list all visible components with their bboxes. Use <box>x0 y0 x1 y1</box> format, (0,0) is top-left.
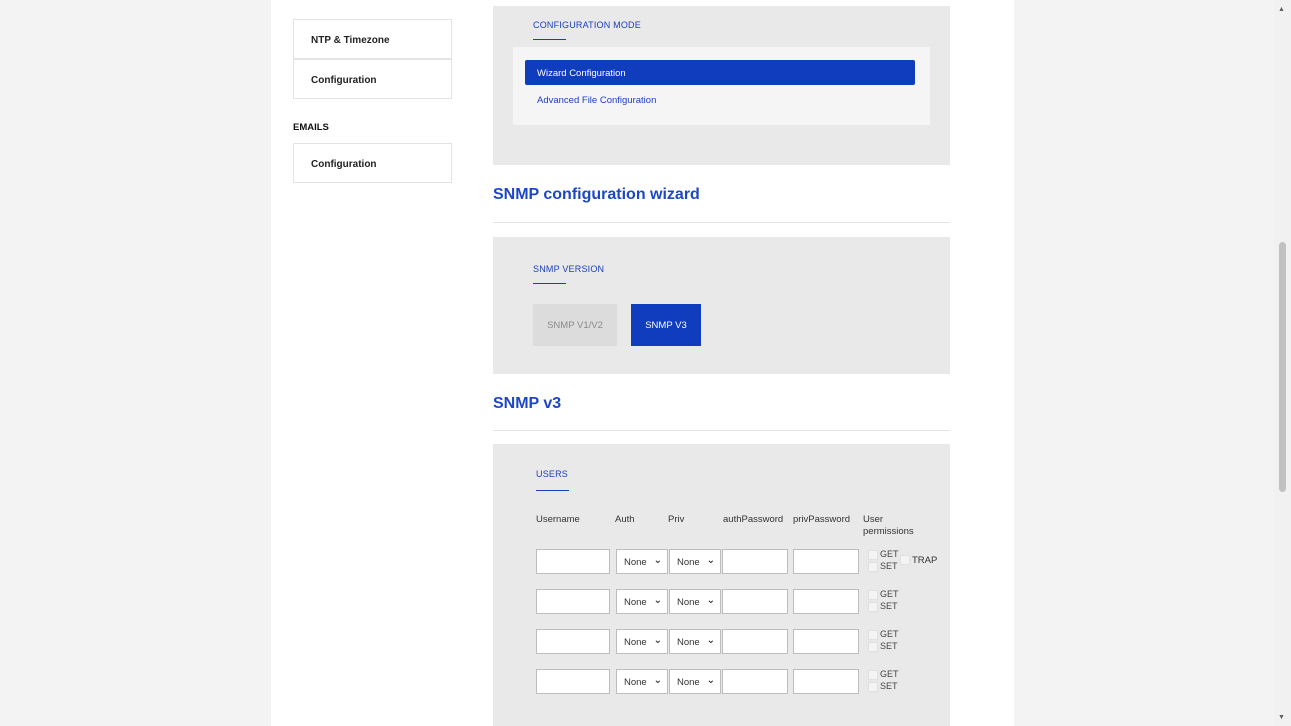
auth-password-input[interactable] <box>722 549 788 574</box>
label-underline <box>533 39 566 40</box>
option-label: Wizard Configuration <box>537 68 626 79</box>
select-value: None <box>677 677 700 688</box>
sidebar-item-ntp-timezone[interactable]: NTP & Timezone <box>293 19 452 59</box>
column-header-priv-password: privPassword <box>793 514 851 525</box>
chevron-down-icon: ⌄ <box>706 555 715 566</box>
chevron-down-icon: ⌄ <box>653 555 662 566</box>
chevron-down-icon: ⌄ <box>706 595 715 606</box>
user-permissions: GET SET <box>868 548 899 572</box>
snmpv3-title: SNMP v3 <box>493 395 562 412</box>
auth-select[interactable]: None ⌄ <box>616 669 668 694</box>
set-checkbox[interactable] <box>868 561 878 572</box>
get-checkbox[interactable] <box>868 589 878 600</box>
trap-permission: TRAP <box>900 555 937 566</box>
trap-checkbox[interactable] <box>900 555 910 566</box>
column-header-username: Username <box>536 514 580 525</box>
checkbox-label: SET <box>880 641 898 651</box>
get-checkbox[interactable] <box>868 669 878 680</box>
checkbox-label: GET <box>880 669 899 679</box>
column-header-user-permissions: User permissions <box>863 514 914 538</box>
auth-password-input[interactable] <box>722 629 788 654</box>
priv-password-input[interactable] <box>793 669 859 694</box>
select-value: None <box>624 677 647 688</box>
set-checkbox[interactable] <box>868 641 878 652</box>
set-checkbox[interactable] <box>868 681 878 692</box>
set-checkbox[interactable] <box>868 601 878 612</box>
priv-password-input[interactable] <box>793 629 859 654</box>
scrollbar-thumb[interactable] <box>1279 242 1286 492</box>
wizard-title: SNMP configuration wizard <box>493 186 700 203</box>
snmp-v3-button[interactable]: SNMP V3 <box>631 304 701 346</box>
divider <box>493 222 950 223</box>
snmp-version-label: SNMP VERSION <box>533 264 605 274</box>
column-header-auth: Auth <box>615 514 635 525</box>
sidebar-item-label: Configuration <box>311 159 377 170</box>
user-permissions: GET SET <box>868 628 899 652</box>
main-page: NTP & Timezone Configuration EMAILS Conf… <box>271 0 1014 726</box>
sidebar-heading-emails: EMAILS <box>293 122 329 133</box>
username-input[interactable] <box>536 629 610 654</box>
priv-select[interactable]: None ⌄ <box>669 669 721 694</box>
header-line: permissions <box>863 526 914 537</box>
select-value: None <box>677 557 700 568</box>
sidebar-item-emails-configuration[interactable]: Configuration <box>293 143 452 183</box>
users-label: USERS <box>536 469 569 479</box>
advanced-file-configuration-option[interactable]: Advanced File Configuration <box>525 87 915 112</box>
chevron-down-icon: ⌄ <box>653 635 662 646</box>
checkbox-label: TRAP <box>912 555 938 566</box>
username-input[interactable] <box>536 589 610 614</box>
divider <box>493 430 950 431</box>
sidebar-item-configuration[interactable]: Configuration <box>293 59 452 99</box>
label-underline <box>536 490 569 491</box>
scroll-up-arrow-icon[interactable]: ▲ <box>1278 6 1285 13</box>
username-input[interactable] <box>536 549 610 574</box>
auth-select[interactable]: None ⌄ <box>616 629 668 654</box>
select-value: None <box>677 637 700 648</box>
select-value: None <box>677 597 700 608</box>
select-value: None <box>624 557 647 568</box>
username-input[interactable] <box>536 669 610 694</box>
select-value: None <box>624 637 647 648</box>
chevron-down-icon: ⌄ <box>653 595 662 606</box>
auth-select[interactable]: None ⌄ <box>616 589 668 614</box>
chevron-down-icon: ⌄ <box>706 635 715 646</box>
wizard-configuration-option[interactable]: Wizard Configuration <box>525 60 915 85</box>
config-mode-options: Wizard Configuration Advanced File Confi… <box>513 47 930 125</box>
priv-select[interactable]: None ⌄ <box>669 629 721 654</box>
snmp-version-panel: SNMP VERSION SNMP V1/V2 SNMP V3 <box>493 237 950 374</box>
config-mode-label: CONFIGURATION MODE <box>533 20 641 30</box>
checkbox-label: GET <box>880 589 899 599</box>
chevron-down-icon: ⌄ <box>706 675 715 686</box>
priv-select[interactable]: None ⌄ <box>669 589 721 614</box>
auth-password-input[interactable] <box>722 669 788 694</box>
checkbox-label: GET <box>880 549 899 559</box>
priv-password-input[interactable] <box>793 549 859 574</box>
page-scrollbar[interactable]: ▲ ▼ <box>1274 0 1291 726</box>
chevron-down-icon: ⌄ <box>653 675 662 686</box>
priv-password-input[interactable] <box>793 589 859 614</box>
checkbox-label: SET <box>880 561 898 571</box>
checkbox-label: SET <box>880 601 898 611</box>
auth-select[interactable]: None ⌄ <box>616 549 668 574</box>
header-line: User <box>863 514 884 525</box>
checkbox-label: GET <box>880 629 899 639</box>
config-mode-panel: CONFIGURATION MODE Wizard Configuration … <box>493 6 950 165</box>
sidebar-item-label: NTP & Timezone <box>311 35 390 46</box>
priv-select[interactable]: None ⌄ <box>669 549 721 574</box>
scroll-down-arrow-icon[interactable]: ▼ <box>1278 714 1285 721</box>
column-header-priv: Priv <box>668 514 685 525</box>
get-checkbox[interactable] <box>868 549 878 560</box>
snmp-v1v2-button[interactable]: SNMP V1/V2 <box>533 304 617 346</box>
users-panel: USERS Username Auth Priv authPassword pr… <box>493 444 950 726</box>
column-header-auth-password: authPassword <box>723 514 784 525</box>
get-checkbox[interactable] <box>868 629 878 640</box>
sidebar-item-label: Configuration <box>311 75 377 86</box>
select-value: None <box>624 597 647 608</box>
option-label: Advanced File Configuration <box>537 95 657 106</box>
checkbox-label: SET <box>880 681 898 691</box>
auth-password-input[interactable] <box>722 589 788 614</box>
user-permissions: GET SET <box>868 588 899 612</box>
user-permissions: GET SET <box>868 668 899 692</box>
label-underline <box>533 283 566 284</box>
